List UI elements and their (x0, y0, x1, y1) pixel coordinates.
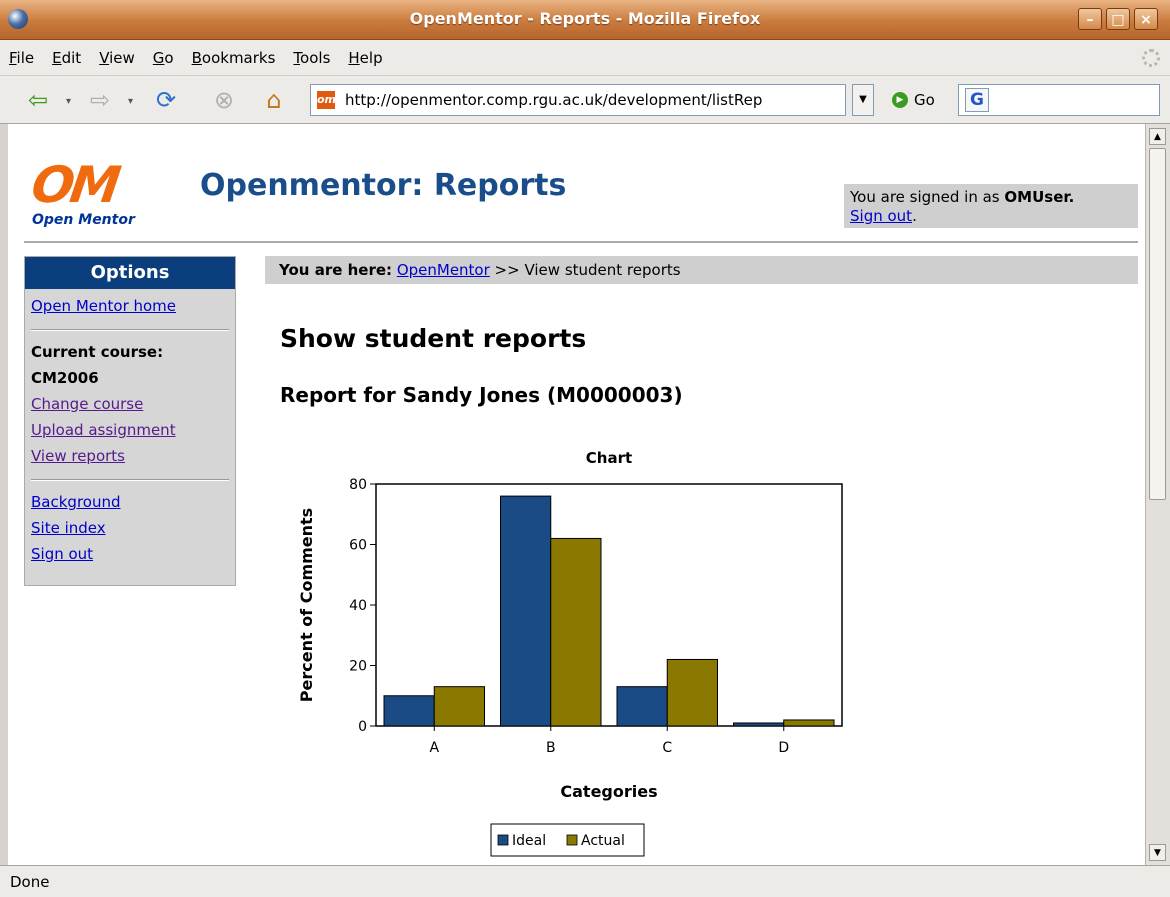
bar-actual-d (783, 719, 835, 727)
current-course-label: Current course: (31, 343, 164, 361)
page-title: Openmentor: Reports (200, 168, 567, 203)
menu-bar: File Edit View Go Bookmarks Tools Help (0, 40, 1170, 76)
x-tick-label: B (546, 740, 556, 756)
y-tick-label: 60 (349, 538, 367, 554)
menu-go[interactable]: Go (144, 40, 183, 76)
go-label: Go (914, 91, 935, 109)
breadcrumb-label: You are here: (279, 261, 393, 279)
vertical-scrollbar[interactable]: ▲ ▼ (1145, 124, 1170, 865)
x-tick-label: C (662, 740, 672, 756)
sidebar-link-change-course[interactable]: Change course (31, 391, 235, 417)
google-search-engine-icon[interactable]: G (965, 88, 989, 112)
legend-swatch-ideal (497, 834, 509, 846)
breadcrumb-link-openmentor[interactable]: OpenMentor (397, 261, 490, 279)
page-viewport: OM Open Mentor Openmentor: Reports You a… (8, 124, 1145, 865)
status-bar: Done (0, 865, 1170, 897)
stop-icon: ⊗ (213, 86, 235, 114)
x-tick-label: D (778, 740, 789, 756)
menu-edit[interactable]: Edit (43, 40, 90, 76)
back-history-dropdown[interactable]: ▾ (66, 96, 71, 107)
navigation-toolbar: ⇦ ▾ ⇨ ▾ ⟳ ⊗ ⌂ om ▼ ▶ Go G (0, 76, 1170, 124)
maximize-button[interactable]: □ (1106, 8, 1130, 30)
bar-ideal-b (500, 495, 552, 727)
header-divider (24, 241, 1138, 243)
sidebar-link-home[interactable]: Open Mentor home (31, 293, 235, 319)
openmentor-logo[interactable]: OM Open Mentor (28, 156, 172, 230)
report-chart: Chart 0 20 40 60 80 A B C D Categories Percent of C… (278, 444, 858, 864)
throbber-icon (1142, 49, 1160, 67)
search-box[interactable]: G (958, 84, 1160, 116)
current-course-value: CM2006 (31, 369, 99, 387)
reload-button[interactable]: ⟳ (146, 85, 186, 115)
scrollbar-thumb[interactable] (1149, 148, 1166, 500)
bar-ideal-a (383, 695, 435, 727)
sidebar-link-upload-assignment[interactable]: Upload assignment (31, 417, 235, 443)
status-text: Done (10, 873, 50, 891)
back-arrow-icon: ⇦ (27, 86, 49, 114)
breadcrumb-current: >> View student reports (489, 261, 681, 279)
home-button[interactable]: ⌂ (254, 85, 294, 115)
home-icon: ⌂ (266, 86, 282, 114)
chart-title: Chart (586, 449, 632, 467)
minimize-button[interactable]: – (1078, 8, 1102, 30)
bar-actual-a (433, 686, 485, 727)
window-title: OpenMentor - Reports - Mozilla Firefox (409, 9, 761, 28)
menu-bookmarks[interactable]: Bookmarks (183, 40, 285, 76)
legend-swatch-actual (566, 834, 578, 846)
scroll-down-arrow-icon[interactable]: ▼ (1149, 844, 1166, 861)
menu-tools[interactable]: Tools (284, 40, 339, 76)
sidebar-link-view-reports[interactable]: View reports (31, 443, 235, 469)
go-arrow-icon: ▶ (892, 92, 908, 108)
x-axis-label: Categories (560, 782, 657, 801)
back-button[interactable]: ⇦ (18, 85, 58, 115)
menu-help[interactable]: Help (339, 40, 391, 76)
signin-suffix: . (912, 207, 917, 225)
bar-actual-c (666, 658, 718, 727)
signin-user: OMUser. (1004, 188, 1075, 206)
section-heading: Show student reports (280, 324, 587, 353)
y-tick-label: 0 (358, 719, 367, 735)
scroll-up-arrow-icon[interactable]: ▲ (1149, 128, 1166, 145)
y-tick-label: 20 (349, 659, 367, 675)
sidebar-link-sign-out[interactable]: Sign out (31, 541, 235, 567)
menu-view[interactable]: View (90, 40, 144, 76)
menu-file[interactable]: File (0, 40, 43, 76)
y-tick-label: 40 (349, 598, 367, 614)
sidebar-link-background[interactable]: Background (31, 489, 235, 515)
signin-status: You are signed in as OMUser. Sign out. (844, 184, 1138, 228)
forward-arrow-icon: ⇨ (89, 86, 111, 114)
signin-prefix: You are signed in as (850, 188, 1005, 206)
url-input[interactable] (343, 90, 845, 110)
bar-chart-svg: Chart 0 20 40 60 80 A B C D Categories Percent of C… (297, 449, 843, 857)
breadcrumb: You are here: OpenMentor >> View student… (265, 256, 1138, 284)
logo-caption: Open Mentor (32, 212, 135, 228)
window-title-bar: OpenMentor - Reports - Mozilla Firefox –… (0, 0, 1170, 40)
legend-label-ideal: Ideal (512, 833, 546, 849)
options-heading: Options (25, 257, 235, 289)
stop-button[interactable]: ⊗ (204, 85, 244, 115)
sidebar-divider (31, 479, 229, 481)
sidebar-link-site-index[interactable]: Site index (31, 515, 235, 541)
bar-ideal-d (733, 722, 785, 727)
y-tick-label: 80 (349, 477, 367, 493)
header-sign-out-link[interactable]: Sign out (850, 207, 912, 225)
om-logo-mark: OM (27, 156, 121, 214)
site-favicon-icon: om (317, 91, 336, 109)
report-heading: Report for Sandy Jones (M0000003) (280, 383, 683, 407)
legend-label-actual: Actual (581, 833, 625, 849)
y-axis-label: Percent of Comments (297, 508, 316, 702)
reload-icon: ⟳ (155, 86, 177, 114)
sidebar-divider (31, 329, 229, 331)
go-button[interactable]: ▶ Go (892, 88, 935, 112)
url-history-dropdown[interactable]: ▼ (852, 84, 874, 116)
bar-actual-b (550, 537, 602, 727)
address-bar[interactable]: om (310, 84, 846, 116)
x-tick-label: A (429, 740, 439, 756)
options-sidebar: Options Open Mentor home Current course:… (24, 256, 236, 586)
forward-button[interactable]: ⇨ (80, 85, 120, 115)
bar-ideal-c (616, 686, 668, 727)
forward-history-dropdown[interactable]: ▾ (128, 96, 133, 107)
close-window-button[interactable]: × (1134, 8, 1158, 30)
